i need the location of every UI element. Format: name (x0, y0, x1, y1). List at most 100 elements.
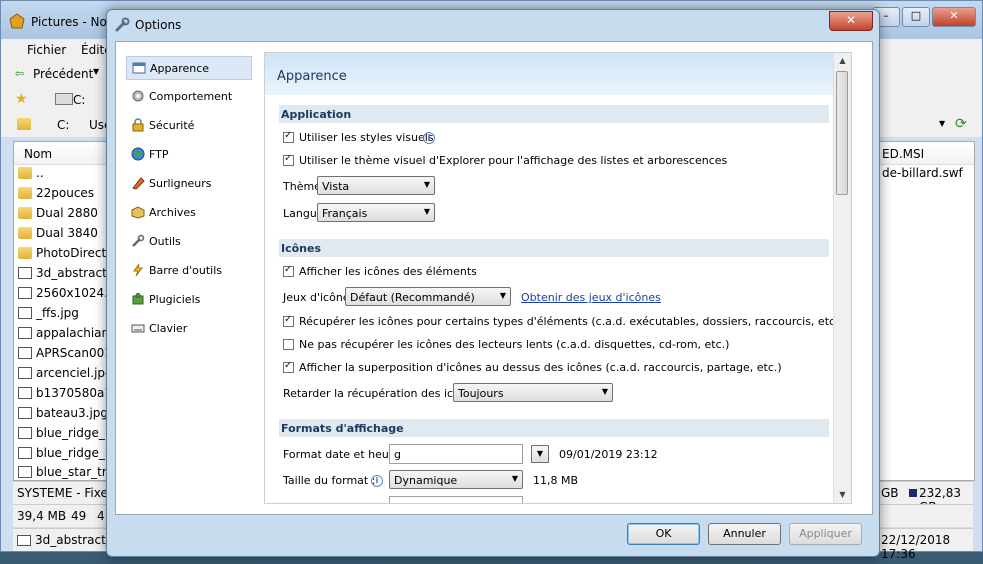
nav-item-surligneurs[interactable]: Surligneurs (126, 172, 252, 196)
delay-select[interactable]: Toujours ▼ (453, 383, 613, 402)
chevron-down-icon: ▼ (423, 180, 430, 189)
list-item[interactable]: blue_ridge_m (18, 446, 117, 466)
folder-icon (18, 187, 32, 199)
list-item[interactable]: b1370580a11 (18, 386, 120, 406)
refresh-icon[interactable]: ⟳ (955, 116, 967, 132)
nav-item-clavier[interactable]: Clavier (126, 317, 252, 341)
drive-icon (55, 93, 73, 105)
folder-icon (18, 207, 32, 219)
selected-count: 4 (97, 509, 105, 523)
show-icons-checkbox[interactable] (283, 264, 294, 277)
nav-item-securite[interactable]: Sécurité (126, 114, 252, 138)
section-formats: Formats d'affichage (279, 419, 829, 437)
theme-select[interactable]: Vista ▼ (317, 176, 435, 195)
list-item[interactable]: de-billard.swf (882, 166, 963, 180)
list-item[interactable]: blue_ridge_m (18, 426, 117, 446)
options-nav: Apparence Comportement Sécurité FTP Surl… (126, 53, 254, 503)
drive-label[interactable]: C: (73, 93, 85, 107)
cancel-button[interactable]: Annuler (708, 523, 781, 545)
nav-item-ftp[interactable]: FTP (126, 143, 252, 167)
nav-item-comportement[interactable]: Comportement (126, 85, 252, 109)
section-icons: Icônes (279, 239, 829, 257)
image-file-icon (18, 347, 32, 359)
apply-button[interactable]: Appliquer (789, 523, 862, 545)
scroll-thumb[interactable] (836, 71, 848, 195)
no-slow-drives-checkbox[interactable] (283, 339, 294, 350)
nav-item-archives[interactable]: Archives (126, 201, 252, 225)
column-name[interactable]: Nom (24, 147, 52, 161)
panel-scrollbar[interactable]: ▲ ▼ (833, 53, 851, 503)
nav-item-apparence[interactable]: Apparence (126, 56, 252, 80)
scroll-down-icon[interactable]: ▼ (834, 487, 851, 503)
disk-usage-icon (909, 489, 917, 497)
image-file-icon (17, 535, 31, 546)
item-count: 49 (71, 509, 87, 523)
size-format-select[interactable]: Dynamique ▼ (389, 470, 523, 489)
size-preview: 11,8 MB (533, 474, 579, 487)
security-icon (132, 118, 144, 132)
list-item[interactable]: PhotoDirecto (18, 246, 114, 266)
plugin-icon (132, 293, 144, 305)
dialog-titlebar[interactable]: Options ✕ (107, 10, 879, 40)
list-item[interactable]: arcenciel.jpg (18, 366, 113, 386)
settings-panel: Apparence Application Utiliser les style… (264, 52, 852, 504)
info-icon[interactable]: i (423, 132, 435, 144)
date-preview: 09/01/2019 23:12 (559, 448, 658, 461)
list-item[interactable]: _ffs.jpg (18, 306, 79, 326)
list-item[interactable]: 22pouces (18, 186, 94, 206)
back-button[interactable]: Précédent (33, 67, 93, 81)
section-application: Application (279, 105, 829, 123)
list-item[interactable]: bateau3.jpg (18, 406, 108, 426)
dialog-title: Options (135, 18, 182, 32)
explorer-close-button[interactable]: ✕ (932, 7, 976, 27)
nav-item-outils[interactable]: Outils (126, 230, 252, 254)
folder-icon (18, 167, 32, 179)
chevron-down-icon[interactable]: ▼ (939, 119, 945, 128)
behavior-icon (132, 90, 144, 102)
get-icon-sets-link[interactable]: Obtenir des jeux d'icônes (521, 291, 661, 304)
list-item[interactable]: Dual 3840 (18, 226, 98, 246)
archive-icon (131, 206, 145, 219)
date-format-input[interactable]: g (389, 444, 523, 464)
address-part[interactable]: C: (57, 118, 69, 132)
dialog-close-button[interactable]: ✕ (829, 11, 873, 31)
image-file-icon (18, 447, 32, 459)
tools-icon (132, 234, 145, 247)
scroll-up-icon[interactable]: ▲ (834, 53, 851, 69)
maximize-button[interactable]: □ (902, 7, 930, 27)
info-icon[interactable]: i (371, 475, 383, 487)
chevron-down-icon: ▼ (499, 291, 506, 300)
ftp-icon (131, 147, 145, 161)
image-file-icon (18, 327, 32, 339)
folder-icon (18, 247, 32, 259)
list-item[interactable]: ED.MSI (882, 147, 924, 161)
highlighter-icon (132, 177, 145, 190)
explorer-theme-checkbox[interactable] (283, 153, 294, 166)
appearance-icon (132, 62, 146, 74)
favorites-star-icon[interactable]: ★ (15, 91, 28, 107)
list-item[interactable]: Dual 2880 (18, 206, 98, 226)
language-select[interactable]: Français ▼ (317, 203, 435, 222)
folder-icon (18, 227, 32, 239)
fetch-icons-checkbox[interactable] (283, 314, 294, 327)
image-file-icon (18, 407, 32, 419)
list-item[interactable]: APRScan0014 (18, 346, 120, 366)
list-item[interactable]: appalachian_ (18, 326, 115, 346)
dialog-body: Apparence Comportement Sécurité FTP Surl… (115, 41, 873, 515)
list-item[interactable]: .. (18, 166, 44, 186)
chevron-down-icon[interactable]: ▼ (93, 67, 99, 76)
chevron-down-icon: ▼ (511, 474, 518, 483)
nav-item-plugiciels[interactable]: Plugiciels (126, 288, 252, 312)
ok-button[interactable]: OK (627, 523, 700, 545)
panel-header: Apparence (265, 53, 851, 95)
image-file-icon (18, 307, 32, 319)
overlay-checkbox[interactable] (283, 360, 294, 373)
icon-sets-select[interactable]: Défaut (Recommandé) ▼ (345, 287, 511, 306)
visual-styles-checkbox[interactable] (283, 130, 294, 143)
date-format-dropdown-button[interactable]: ▼ (531, 445, 549, 463)
image-file-icon (18, 427, 32, 439)
nav-item-barre-outils[interactable]: Barre d'outils (126, 259, 252, 283)
drive-status: SYSTEME - Fixe ( (17, 486, 117, 500)
image-file-icon (18, 367, 32, 379)
menu-file[interactable]: Fichier (27, 43, 66, 57)
